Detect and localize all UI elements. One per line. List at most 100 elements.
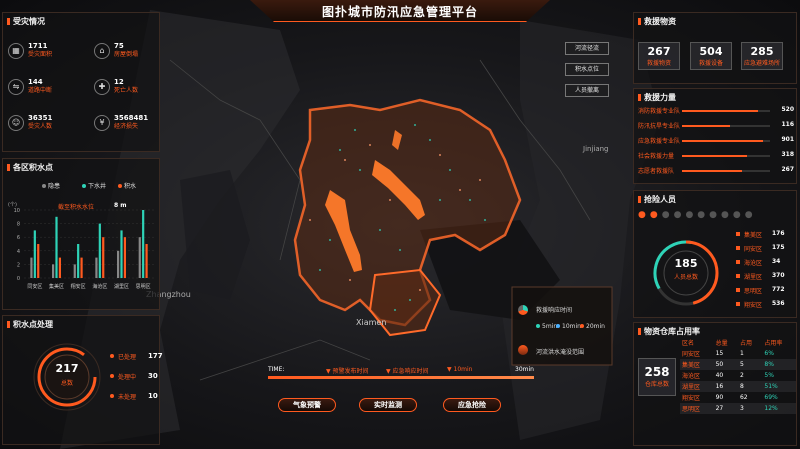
- weather-warning-button[interactable]: 气象预警: [278, 398, 336, 412]
- bar[interactable]: [58, 257, 61, 278]
- warehouse-table: 区名 总量 占用 占用率 同安区 15 1 6% 集美区 50 5 8% 海沧区 40 2 5% 湖里区 16 8…: [680, 337, 796, 414]
- timeline-fill: [268, 376, 534, 379]
- table-cell: 翔安区: [682, 395, 701, 402]
- info-box-subtitle: 河流洪水淹没范围: [536, 349, 585, 356]
- y-tick-label: 4: [17, 249, 20, 255]
- person-icon: ●: [649, 210, 662, 220]
- bar[interactable]: [37, 244, 40, 278]
- bar[interactable]: [33, 230, 36, 278]
- time-item-response[interactable]: ▼ 应急响应时间: [386, 366, 429, 375]
- bar[interactable]: [80, 257, 83, 278]
- stat-value: 75: [114, 42, 124, 50]
- table-header: 占用率: [764, 340, 783, 347]
- table-header: 总量: [715, 340, 728, 347]
- bar[interactable]: [77, 244, 80, 278]
- table-cell: 集美区: [680, 359, 714, 370]
- water-points-title: 各区积水点: [7, 162, 53, 173]
- person-icon: ●: [732, 210, 745, 220]
- handle-item-dot: [110, 354, 114, 358]
- bar[interactable]: [117, 250, 120, 278]
- stat-money: ¥3568481 经济损失: [94, 114, 148, 131]
- bar[interactable]: [55, 216, 58, 278]
- bar[interactable]: [73, 264, 76, 278]
- y-tick-label: 2: [17, 262, 20, 268]
- personnel-dot: [736, 260, 740, 264]
- materials-title: 救援物资: [638, 16, 676, 27]
- personnel-dot: [736, 288, 740, 292]
- bar[interactable]: [142, 210, 145, 278]
- table-cell: 3: [737, 403, 763, 414]
- river-runoff-button[interactable]: 河流径流: [565, 42, 609, 55]
- page-title: 图扑城市防汛应急管理平台: [321, 5, 478, 19]
- emergency-rescue-button[interactable]: 应急抢险: [443, 398, 501, 412]
- stat-value: 12: [114, 78, 124, 86]
- bar[interactable]: [30, 257, 33, 278]
- bar[interactable]: [123, 237, 126, 278]
- stat-label: 受灾人数: [28, 123, 53, 130]
- bar[interactable]: [145, 244, 148, 278]
- bar[interactable]: [52, 264, 55, 278]
- x-tick-label: 湖里区: [114, 283, 129, 290]
- personnel-value: 175: [772, 244, 785, 251]
- material-box-supplies: 267 救援物资: [638, 42, 680, 70]
- realtime-monitor-button[interactable]: 实时监测: [359, 398, 417, 412]
- table-row[interactable]: 集美区 50 5 8%: [680, 359, 796, 370]
- handle-item-value: 10: [148, 392, 158, 400]
- personnel-icons-row: ●●●●●●●●●●: [638, 210, 757, 220]
- bar[interactable]: [120, 230, 123, 278]
- rescue-row: 社会救援力量 318: [638, 151, 794, 161]
- rescue-label: 防汛抗旱专业队: [638, 123, 681, 130]
- time-item-10min[interactable]: ▼ 10min: [447, 366, 472, 373]
- rescue-fill: [682, 125, 731, 127]
- table-cell: 62: [739, 394, 748, 401]
- table-row[interactable]: 思明区 27 3 12%: [680, 403, 796, 414]
- table-header: 占用: [739, 340, 752, 347]
- rescue-fill: [682, 170, 742, 172]
- table-row[interactable]: 海沧区 40 2 5%: [680, 370, 796, 381]
- bar[interactable]: [98, 223, 101, 278]
- disaster-title: 受灾情况: [7, 16, 45, 27]
- rescue-fill: [682, 140, 763, 142]
- info-box-icon-1: [518, 305, 528, 315]
- personnel-dot: [736, 232, 740, 236]
- water-points-bar-chart: (个)1086420同安区 集美区 翔安区 海沧区 湖里区 思明区: [8, 202, 154, 290]
- table-row[interactable]: 湖里区 16 8 51%: [680, 381, 796, 392]
- table-header: 区名: [682, 340, 695, 347]
- table-cell: 8%: [762, 359, 796, 370]
- legend-water: 积水: [118, 181, 136, 190]
- table-cell: 40: [715, 372, 724, 379]
- x-tick-label: 思明区: [136, 284, 151, 290]
- x-tick-label: 同安区: [27, 283, 42, 290]
- table-row[interactable]: 同安区 15 1 6%: [680, 348, 796, 359]
- table-cell: 8: [737, 381, 763, 392]
- stat-label: 房屋倒塌: [114, 51, 139, 58]
- table-cell: 1: [739, 350, 744, 357]
- stat-value: 3568481: [114, 114, 149, 122]
- house-icon: ⌂: [94, 42, 110, 59]
- rescue-label: 社会救援力量: [638, 153, 675, 160]
- material-box-shelter: 285 应急避难场所: [741, 42, 783, 70]
- table-cell: 2: [739, 372, 744, 379]
- person-icon: ●: [709, 210, 722, 220]
- table-cell: 5: [737, 359, 763, 370]
- water-points-button[interactable]: 积水点位: [565, 63, 609, 76]
- bar[interactable]: [102, 237, 105, 278]
- table-row[interactable]: 翔安区 90 62 69%: [680, 392, 796, 403]
- y-tick-label: 8: [17, 222, 20, 228]
- stat-value: 144: [28, 78, 43, 86]
- bar[interactable]: [95, 257, 98, 278]
- death-icon: ✚: [94, 78, 110, 95]
- evacuation-button[interactable]: 人员撤离: [565, 84, 609, 97]
- time-item-warning[interactable]: ▼ 预警发布时间: [326, 366, 369, 375]
- handle-item-dot: [110, 374, 114, 378]
- rescue-row: 应急救援专业队 901: [638, 136, 794, 146]
- table-cell: 湖里区: [680, 381, 714, 392]
- table-cell: 90: [715, 394, 724, 401]
- rescue-fill: [682, 110, 758, 112]
- handle-item-label: 处理中: [118, 374, 137, 381]
- handle-item-label: 未处理: [118, 394, 137, 401]
- dashboard: Xiamen Zhangzhou Jinjiang 图扑城市防汛应急管理平台 受…: [0, 0, 800, 449]
- personnel-value: 370: [772, 272, 785, 279]
- bar[interactable]: [138, 237, 141, 278]
- table-cell: 51%: [762, 381, 796, 392]
